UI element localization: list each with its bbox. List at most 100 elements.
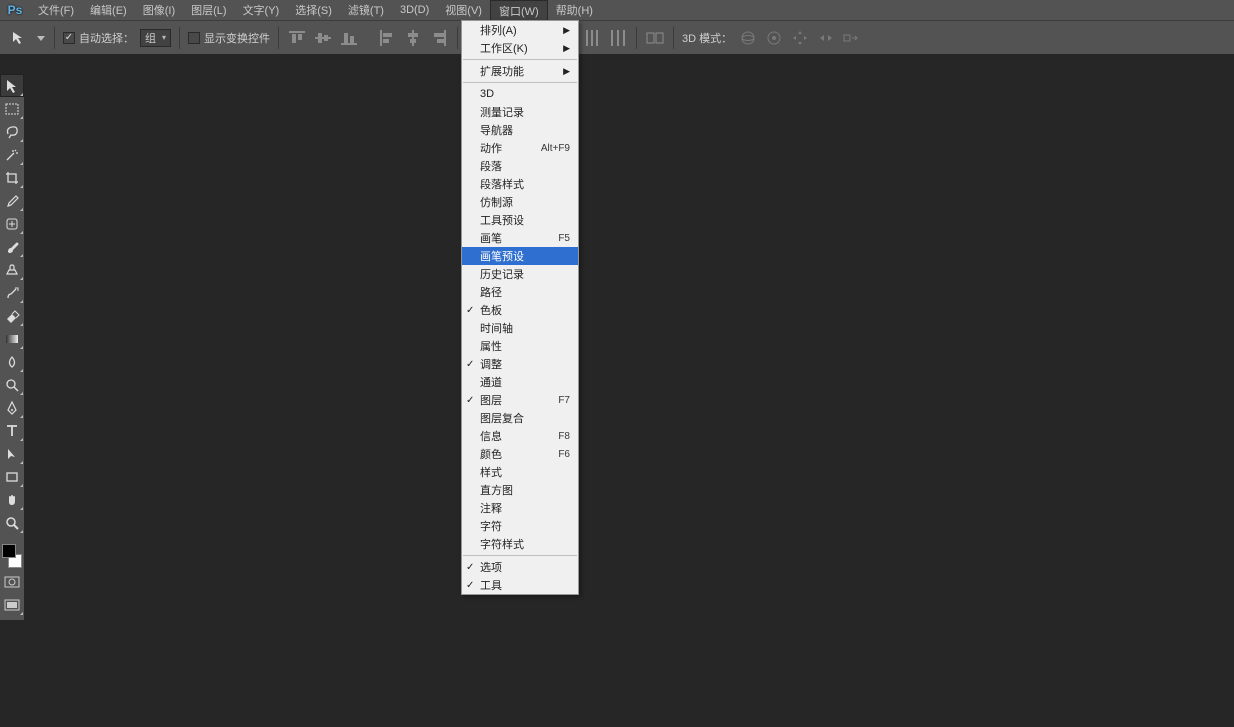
window-menu-item[interactable]: 工具预设 bbox=[462, 211, 578, 229]
menu-0[interactable]: 文件(F) bbox=[30, 0, 82, 20]
clone-stamp-tool[interactable] bbox=[0, 258, 24, 281]
menu-1[interactable]: 编辑(E) bbox=[82, 0, 135, 20]
3d-roll-icon[interactable] bbox=[764, 28, 784, 48]
show-transform-label: 显示变换控件 bbox=[204, 30, 270, 46]
color-swatches[interactable] bbox=[0, 542, 24, 570]
window-menu-item[interactable]: 测量记录 bbox=[462, 103, 578, 121]
window-menu-item[interactable]: 画笔预设 bbox=[462, 247, 578, 265]
menu-10[interactable]: 帮助(H) bbox=[548, 0, 601, 20]
menu-item-label: 导航器 bbox=[480, 122, 513, 138]
menu-item-label: 直方图 bbox=[480, 482, 513, 498]
auto-align-icon[interactable] bbox=[645, 28, 665, 48]
blur-tool[interactable] bbox=[0, 350, 24, 373]
show-transform-checkbox[interactable]: 显示变换控件 bbox=[188, 30, 270, 46]
menu-4[interactable]: 文字(Y) bbox=[235, 0, 288, 20]
3d-slide-icon[interactable] bbox=[816, 28, 836, 48]
3d-orbit-icon[interactable] bbox=[738, 28, 758, 48]
menu-9[interactable]: 窗口(W) bbox=[490, 0, 548, 20]
align-top-edges-icon[interactable] bbox=[287, 28, 307, 48]
move-tool[interactable] bbox=[0, 74, 24, 97]
menu-item-label: 扩展功能 bbox=[480, 63, 524, 79]
history-brush-tool[interactable] bbox=[0, 281, 24, 304]
window-menu-item[interactable]: 动作Alt+F9 bbox=[462, 139, 578, 157]
menu-item-label: 图层复合 bbox=[480, 410, 524, 426]
menu-item-label: 画笔 bbox=[480, 230, 502, 246]
window-menu-item[interactable]: ✓工具 bbox=[462, 576, 578, 594]
menu-3[interactable]: 图层(L) bbox=[183, 0, 234, 20]
3d-pan-icon[interactable] bbox=[790, 28, 810, 48]
menu-5[interactable]: 选择(S) bbox=[287, 0, 340, 20]
window-menu-item[interactable]: 路径 bbox=[462, 283, 578, 301]
align-hcenter-icon[interactable] bbox=[403, 28, 423, 48]
window-menu-item[interactable]: ✓图层F7 bbox=[462, 391, 578, 409]
quick-mask-toggle[interactable] bbox=[0, 570, 24, 593]
type-tool[interactable] bbox=[0, 419, 24, 442]
align-left-edges-icon[interactable] bbox=[377, 28, 397, 48]
window-menu-item[interactable]: 段落 bbox=[462, 157, 578, 175]
window-menu-item[interactable]: 直方图 bbox=[462, 481, 578, 499]
auto-select-dropdown[interactable]: 组 ▾ bbox=[140, 29, 171, 47]
window-menu-item[interactable]: 历史记录 bbox=[462, 265, 578, 283]
menu-item-label: 信息 bbox=[480, 428, 502, 444]
window-menu-item[interactable]: ✓色板 bbox=[462, 301, 578, 319]
hand-tool[interactable] bbox=[0, 488, 24, 511]
window-menu-item[interactable]: 扩展功能▶ bbox=[462, 62, 578, 80]
3d-scale-icon[interactable] bbox=[842, 28, 862, 48]
menu-item-label: 注释 bbox=[480, 500, 502, 516]
menu-7[interactable]: 3D(D) bbox=[392, 0, 437, 20]
window-menu-item[interactable]: ✓调整 bbox=[462, 355, 578, 373]
menu-6[interactable]: 滤镜(T) bbox=[340, 0, 392, 20]
window-menu-item[interactable]: 属性 bbox=[462, 337, 578, 355]
eraser-tool[interactable] bbox=[0, 304, 24, 327]
window-menu-item[interactable]: ✓选项 bbox=[462, 558, 578, 576]
check-icon: ✓ bbox=[466, 580, 474, 591]
auto-select-checkbox[interactable]: 自动选择： bbox=[63, 30, 134, 46]
menu-item-label: 测量记录 bbox=[480, 104, 524, 120]
window-menu-item[interactable]: 画笔F5 bbox=[462, 229, 578, 247]
distribute-right-icon[interactable] bbox=[608, 28, 628, 48]
eyedropper-tool[interactable] bbox=[0, 189, 24, 212]
window-menu-item[interactable]: 导航器 bbox=[462, 121, 578, 139]
crop-tool[interactable] bbox=[0, 166, 24, 189]
path-selection-tool[interactable] bbox=[0, 442, 24, 465]
window-menu-item[interactable]: 字符 bbox=[462, 517, 578, 535]
window-menu-item[interactable]: 样式 bbox=[462, 463, 578, 481]
menu-item-label: 工作区(K) bbox=[480, 40, 528, 56]
gradient-tool[interactable] bbox=[0, 327, 24, 350]
menu-8[interactable]: 视图(V) bbox=[437, 0, 490, 20]
rectangle-tool[interactable] bbox=[0, 465, 24, 488]
marquee-tool[interactable] bbox=[0, 97, 24, 120]
align-bottom-edges-icon[interactable] bbox=[339, 28, 359, 48]
zoom-tool[interactable] bbox=[0, 511, 24, 534]
menu-item-label: 字符 bbox=[480, 518, 502, 534]
menu-item-label: 排列(A) bbox=[480, 22, 517, 38]
distribute-hcenter-icon[interactable] bbox=[582, 28, 602, 48]
move-tool-icon[interactable] bbox=[8, 27, 30, 49]
window-menu-item[interactable]: 通道 bbox=[462, 373, 578, 391]
window-menu-item[interactable]: 排列(A)▶ bbox=[462, 21, 578, 39]
dodge-tool[interactable] bbox=[0, 373, 24, 396]
window-menu-item[interactable]: 3D bbox=[462, 85, 578, 103]
window-menu-item[interactable]: 图层复合 bbox=[462, 409, 578, 427]
window-menu-item[interactable]: 工作区(K) ▶ bbox=[462, 39, 578, 57]
pen-tool[interactable] bbox=[0, 396, 24, 419]
align-vcenter-icon[interactable] bbox=[313, 28, 333, 48]
screen-mode-toggle[interactable] bbox=[0, 593, 24, 616]
lasso-tool[interactable] bbox=[0, 120, 24, 143]
window-menu-item[interactable]: 字符样式 bbox=[462, 535, 578, 553]
foreground-color-swatch[interactable] bbox=[2, 544, 16, 558]
menu-2[interactable]: 图像(I) bbox=[135, 0, 183, 20]
window-menu-item[interactable]: 信息F8 bbox=[462, 427, 578, 445]
window-menu-item[interactable]: 段落样式 bbox=[462, 175, 578, 193]
magic-wand-tool[interactable] bbox=[0, 143, 24, 166]
window-menu-item[interactable]: 颜色F6 bbox=[462, 445, 578, 463]
brush-tool[interactable] bbox=[0, 235, 24, 258]
tool-preset-dropdown-icon[interactable] bbox=[36, 27, 46, 49]
align-right-edges-icon[interactable] bbox=[429, 28, 449, 48]
window-menu-item[interactable]: 时间轴 bbox=[462, 319, 578, 337]
window-menu-item[interactable]: 仿制源 bbox=[462, 193, 578, 211]
submenu-arrow-icon: ▶ bbox=[563, 43, 570, 54]
window-menu-item[interactable]: 注释 bbox=[462, 499, 578, 517]
healing-brush-tool[interactable] bbox=[0, 212, 24, 235]
menu-item-label: 调整 bbox=[480, 356, 502, 372]
